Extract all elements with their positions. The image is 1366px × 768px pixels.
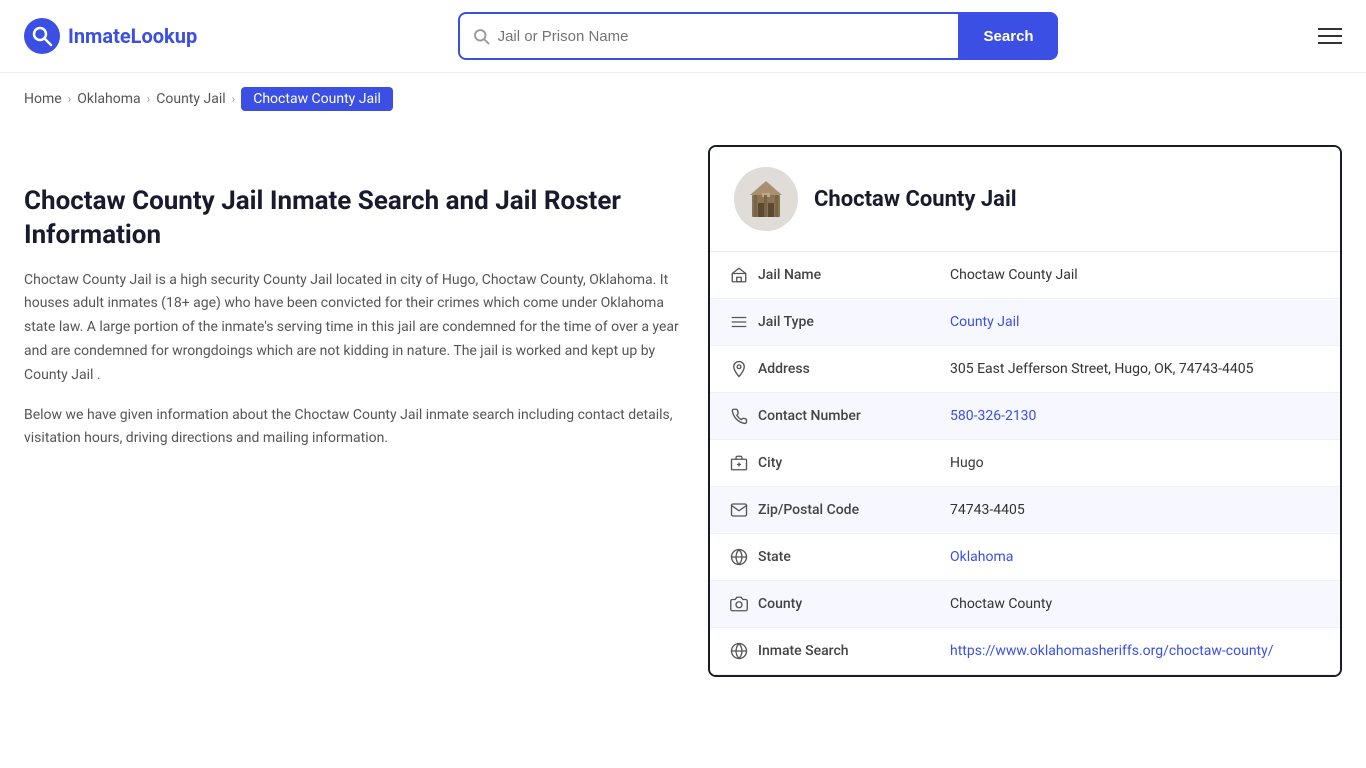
breadcrumb-oklahoma[interactable]: Oklahoma: [77, 91, 140, 107]
contact-number-icon: [730, 407, 748, 425]
hamburger-line-2: [1318, 35, 1342, 37]
breadcrumb-county-jail[interactable]: County Jail: [156, 91, 225, 107]
value-inmate-search[interactable]: https://www.oklahomasheriffs.org/choctaw…: [930, 628, 1340, 675]
search-button[interactable]: Search: [960, 12, 1058, 60]
breadcrumb-home[interactable]: Home: [24, 91, 62, 107]
table-row: Jail Name Choctaw County Jail: [710, 252, 1340, 299]
label-text: Inmate Search: [758, 643, 849, 659]
value-zip: 74743-4405: [930, 487, 1340, 534]
zip-icon: [730, 501, 748, 519]
value-county: Choctaw County: [930, 581, 1340, 628]
value-jail-name: Choctaw County Jail: [930, 252, 1340, 299]
main-content: Choctaw County Jail Inmate Search and Ja…: [0, 125, 1366, 697]
hamburger-line-1: [1318, 28, 1342, 30]
inmate-search-icon: [730, 642, 748, 660]
breadcrumb-active: Choctaw County Jail: [241, 87, 393, 111]
label-text: Jail Name: [758, 267, 821, 283]
chevron-icon-1: ›: [68, 92, 72, 106]
link-state[interactable]: Oklahoma: [950, 549, 1013, 565]
address-icon: [730, 360, 748, 378]
label-text: County: [758, 596, 802, 612]
search-icon: [472, 27, 490, 45]
label-contact-number: Contact Number: [710, 393, 930, 440]
value-state[interactable]: Oklahoma: [930, 534, 1340, 581]
label-text: State: [758, 549, 791, 565]
label-text: Jail Type: [758, 314, 814, 330]
page-description-1: Choctaw County Jail is a high security C…: [24, 269, 684, 388]
jail-avatar: [734, 167, 798, 231]
label-city: City: [710, 440, 930, 487]
value-jail-type[interactable]: County Jail: [930, 299, 1340, 346]
table-row: City Hugo: [710, 440, 1340, 487]
jail-card-title: Choctaw County Jail: [814, 187, 1017, 212]
label-address: Address: [710, 346, 930, 393]
table-row: Jail Type County Jail: [710, 299, 1340, 346]
county-icon: [730, 595, 748, 613]
info-table: Jail Name Choctaw County Jail Jail Type …: [710, 252, 1340, 675]
chevron-icon-3: ›: [232, 92, 236, 106]
header: InmateLookup Search: [0, 0, 1366, 73]
logo[interactable]: InmateLookup: [24, 18, 197, 54]
chevron-icon-2: ›: [147, 92, 151, 106]
table-row: State Oklahoma: [710, 534, 1340, 581]
hamburger-menu[interactable]: [1318, 28, 1342, 44]
jail-type-icon: [730, 313, 748, 331]
table-row: Zip/Postal Code 74743-4405: [710, 487, 1340, 534]
table-row: Address 305 East Jefferson Street, Hugo,…: [710, 346, 1340, 393]
jail-name-icon: [730, 266, 748, 284]
hamburger-line-3: [1318, 42, 1342, 44]
link-jail-type[interactable]: County Jail: [950, 314, 1019, 330]
table-row: Inmate Search https://www.oklahomasherif…: [710, 628, 1340, 675]
breadcrumb: Home › Oklahoma › County Jail › Choctaw …: [0, 73, 1366, 125]
logo-icon: [24, 18, 60, 54]
label-jail-type: Jail Type: [710, 299, 930, 346]
label-text: Contact Number: [758, 408, 861, 424]
jail-info-card: Choctaw County Jail Jail Name Choctaw Co…: [708, 145, 1342, 677]
label-jail-name: Jail Name: [710, 252, 930, 299]
label-text: Zip/Postal Code: [758, 502, 859, 518]
page-description-2: Below we have given information about th…: [24, 404, 684, 452]
card-header: Choctaw County Jail: [710, 147, 1340, 252]
link-contact-number[interactable]: 580-326-2130: [950, 408, 1036, 424]
label-county: County: [710, 581, 930, 628]
search-input-wrapper: [458, 12, 960, 60]
state-icon: [730, 548, 748, 566]
logo-text: InmateLookup: [68, 24, 197, 48]
search-input[interactable]: [498, 28, 946, 45]
label-zip: Zip/Postal Code: [710, 487, 930, 534]
value-contact-number[interactable]: 580-326-2130: [930, 393, 1340, 440]
label-inmate-search: Inmate Search: [710, 628, 930, 675]
link-inmate-search[interactable]: https://www.oklahomasheriffs.org/choctaw…: [950, 643, 1274, 659]
table-row: County Choctaw County: [710, 581, 1340, 628]
left-content: Choctaw County Jail Inmate Search and Ja…: [24, 145, 684, 677]
page-title: Choctaw County Jail Inmate Search and Ja…: [24, 185, 684, 253]
value-address: 305 East Jefferson Street, Hugo, OK, 747…: [930, 346, 1340, 393]
search-bar: Search: [458, 12, 1058, 60]
value-city: Hugo: [930, 440, 1340, 487]
city-icon: [730, 454, 748, 472]
table-row: Contact Number 580-326-2130: [710, 393, 1340, 440]
label-state: State: [710, 534, 930, 581]
label-text: Address: [758, 361, 810, 377]
label-text: City: [758, 455, 782, 471]
